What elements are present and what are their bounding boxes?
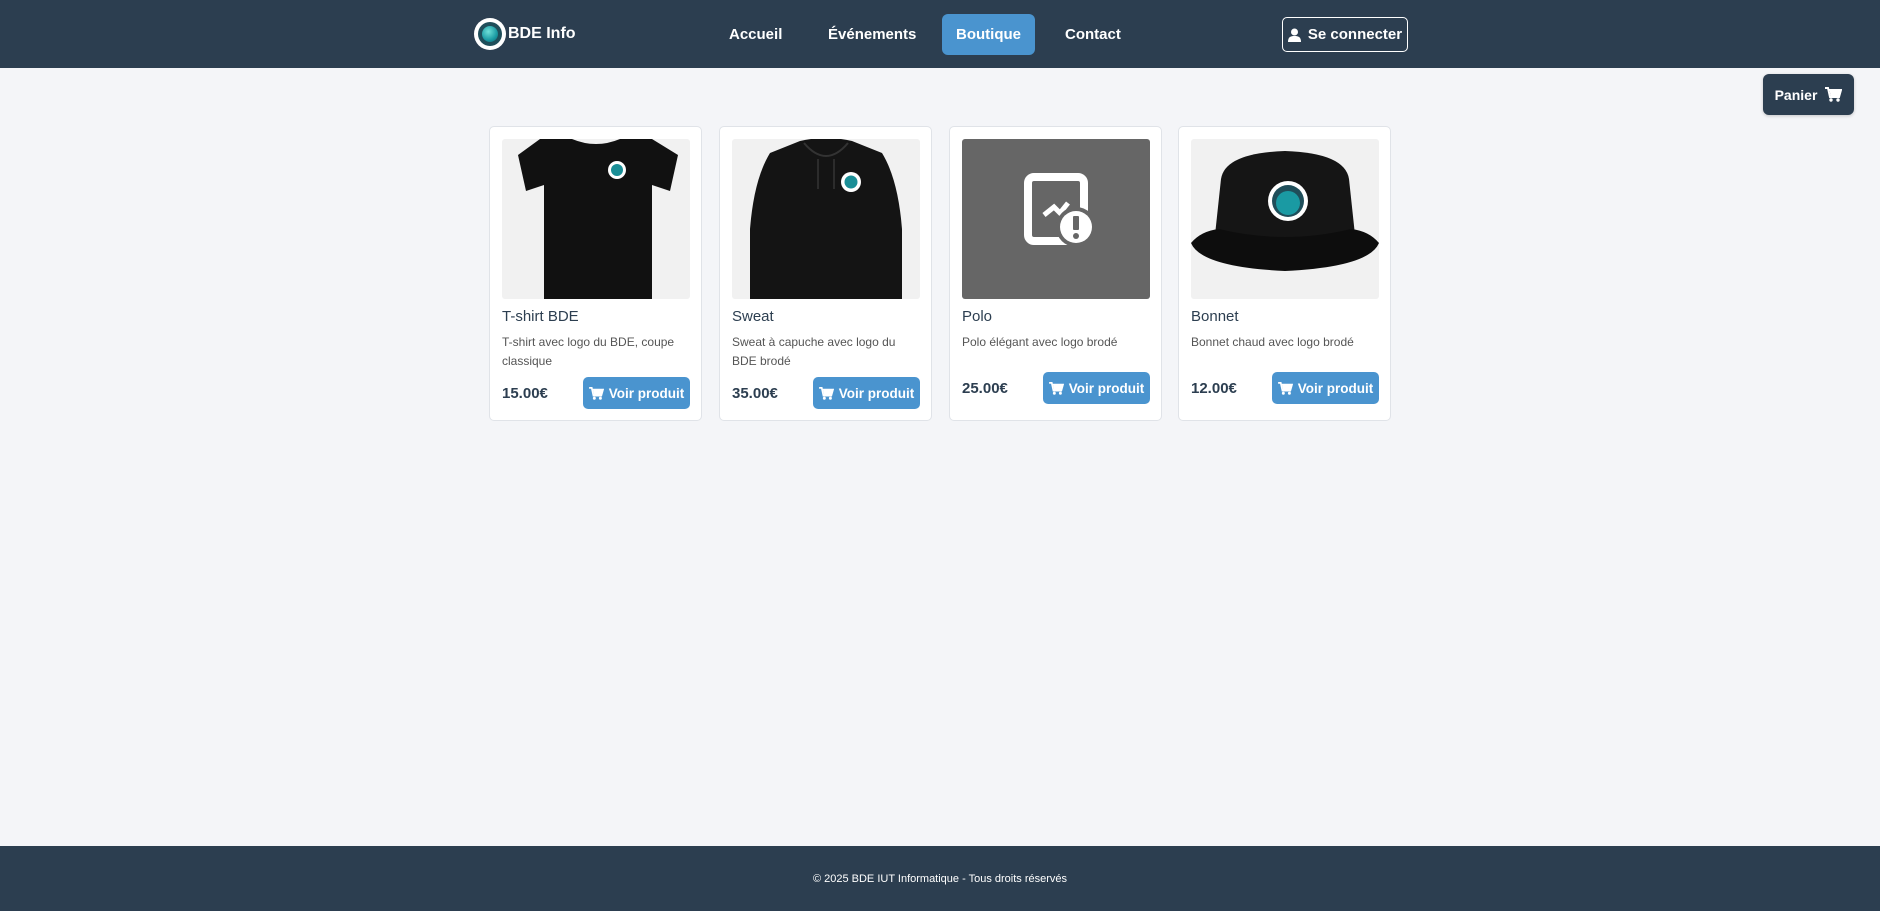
footer-copyright: © 2025 BDE IUT Informatique - Tous droit… (812, 872, 1068, 885)
tshirt-image[interactable] (502, 139, 690, 299)
view-product-button[interactable]: Voir produit (583, 377, 690, 409)
cart-icon (588, 386, 604, 400)
product-price: 12.00€ (1191, 380, 1237, 397)
product-description: T-shirt avec logo du BDE, coupe classiqu… (502, 335, 675, 368)
cart-label: Panier (1774, 86, 1818, 103)
product-card: Bonnet Bonnet chaud avec logo brodé 12.0… (1178, 126, 1391, 421)
cart-icon (818, 386, 834, 400)
product-card: Polo Polo élégant avec logo brodé 25.00€… (949, 126, 1162, 421)
product-card: T-shirt BDE T-shirt avec logo du BDE, co… (489, 126, 702, 421)
product-description: Bonnet chaud avec logo brodé (1191, 335, 1354, 349)
cart-icon (1825, 87, 1843, 102)
product-description: Sweat à capuche avec logo du BDE brodé (732, 335, 896, 368)
footer: © 2025 BDE IUT Informatique - Tous droit… (0, 846, 1880, 911)
view-product-label: Voir produit (1068, 380, 1145, 396)
product-name: Bonnet (1191, 308, 1239, 325)
cart-button[interactable]: Panier (1763, 74, 1854, 115)
view-product-button[interactable]: Voir produit (1043, 372, 1150, 404)
product-card: Sweat Sweat à capuche avec logo du BDE b… (719, 126, 932, 421)
cart-icon (1277, 381, 1293, 395)
view-product-label: Voir produit (1297, 380, 1374, 396)
brand-name: BDE Info (508, 25, 576, 42)
user-icon (1287, 28, 1301, 42)
product-description: Polo élégant avec logo brodé (962, 335, 1118, 349)
nav-boutique[interactable]: Boutique (942, 14, 1035, 55)
product-price: 35.00€ (732, 385, 778, 402)
product-name: Sweat (732, 308, 774, 325)
product-price: 15.00€ (502, 385, 548, 402)
product-name: Polo (962, 308, 993, 325)
nav-accueil[interactable]: Accueil (715, 14, 796, 55)
navbar: BDE Info Accueil Événements Boutique Con… (0, 0, 1880, 68)
login-button[interactable]: Se connecter (1282, 17, 1408, 52)
cart-icon (1048, 381, 1064, 395)
bucket-hat-image[interactable] (1191, 139, 1379, 299)
view-product-button[interactable]: Voir produit (813, 377, 920, 409)
nav-contact[interactable]: Contact (1051, 14, 1135, 55)
broken-image-icon[interactable] (962, 139, 1150, 299)
product-price: 25.00€ (962, 380, 1008, 397)
brand-link[interactable]: BDE Info (474, 18, 576, 50)
product-name: T-shirt BDE (502, 308, 579, 325)
view-product-button[interactable]: Voir produit (1272, 372, 1379, 404)
hoodie-image[interactable] (732, 139, 920, 299)
view-product-label: Voir produit (838, 385, 915, 401)
nav-evenements[interactable]: Événements (814, 14, 930, 55)
view-product-label: Voir produit (608, 385, 685, 401)
login-label: Se connecter (1307, 26, 1403, 43)
bde-logo-icon (474, 18, 506, 50)
